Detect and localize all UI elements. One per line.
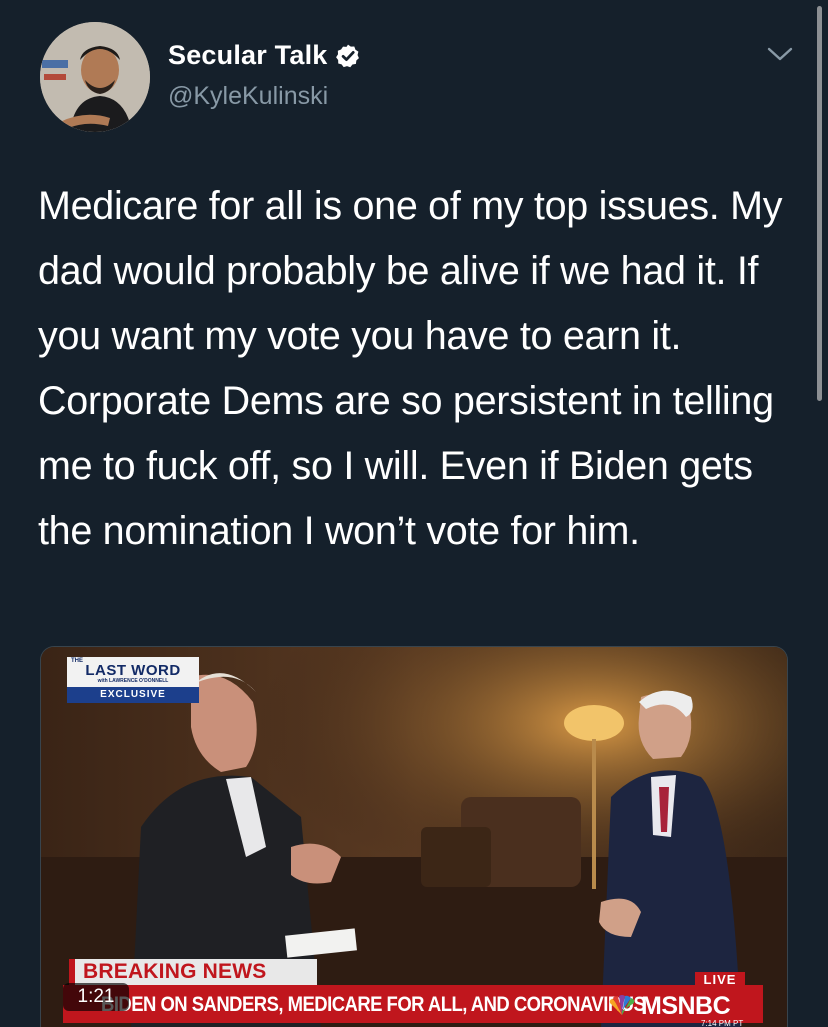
- scrollbar[interactable]: [817, 6, 822, 401]
- show-logo: THE LAST WORD with LAWRENCE O'DONNELL EX…: [67, 657, 199, 703]
- exclusive-tag: EXCLUSIVE: [67, 687, 199, 703]
- show-logo-sub: with LAWRENCE O'DONNELL: [97, 678, 169, 684]
- chevron-down-icon[interactable]: [766, 44, 794, 64]
- display-name[interactable]: Secular Talk: [168, 40, 327, 71]
- broadcast-clock: 7:14 PM PT: [701, 1019, 744, 1027]
- tweet-text: Medicare for all is one of my top issues…: [38, 184, 783, 553]
- peacock-icon: [609, 995, 635, 1015]
- breaking-news-label: BREAKING NEWS: [69, 959, 317, 985]
- video-duration-badge: 1:21: [63, 983, 129, 1011]
- ticker-headline: BIDEN ON SANDERS, MEDICARE FOR ALL, AND …: [101, 993, 646, 1016]
- name-row[interactable]: Secular Talk: [168, 40, 361, 71]
- network-name: MSNBC: [641, 991, 731, 1020]
- avatar[interactable]: [40, 22, 150, 132]
- show-logo-main: LAST WORD: [85, 662, 181, 679]
- show-logo-top-panel: THE LAST WORD with LAWRENCE O'DONNELL: [67, 657, 199, 687]
- user-handle[interactable]: @KyleKulinski: [168, 82, 328, 111]
- video-player[interactable]: THE LAST WORD with LAWRENCE O'DONNELL EX…: [40, 646, 788, 1027]
- verified-badge-icon: [336, 44, 360, 67]
- avatar-photo: [40, 22, 150, 132]
- tweet-header: Secular Talk @KyleKulinski: [40, 22, 800, 132]
